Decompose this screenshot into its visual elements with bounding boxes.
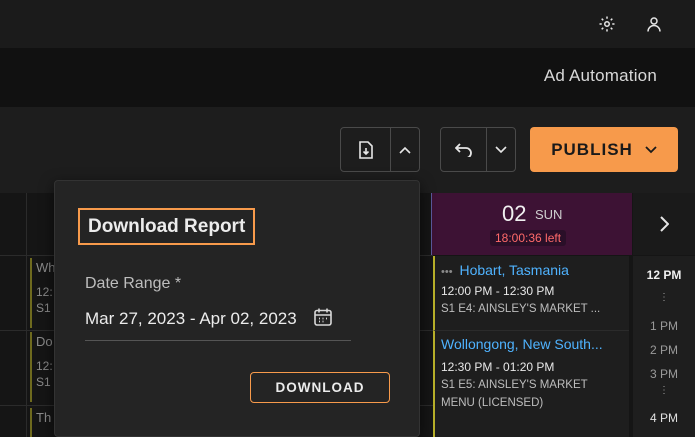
event-fragment[interactable]: Th: [30, 408, 55, 437]
nav-bar: Ad Automation: [0, 48, 695, 107]
date-range-input[interactable]: Mar 27, 2023 - Apr 02, 2023: [85, 309, 297, 329]
event-time: 12:30 PM - 01:20 PM: [441, 360, 555, 374]
time-dots: ⋮: [659, 385, 669, 396]
event-description: S1 E4: AINSLEY'S MARKET ...: [441, 303, 601, 315]
event-fragment-time: 12:: [36, 359, 53, 373]
publish-button[interactable]: PUBLISH: [530, 127, 678, 172]
chevron-up-icon: [399, 146, 411, 154]
publish-label: PUBLISH: [551, 139, 633, 159]
time-dots: ⋮: [659, 292, 669, 303]
chevron-down-icon: [645, 145, 657, 153]
event-title[interactable]: ••• Hobart, Tasmania: [441, 262, 629, 278]
event-time: 12:00 PM - 12:30 PM: [441, 284, 555, 298]
date-range-label: Date Range *: [85, 275, 182, 292]
time-label: 1 PM: [649, 319, 678, 333]
time-label-current: 12 PM: [646, 268, 682, 282]
grid-divider: [26, 193, 27, 437]
time-label: 3 PM: [649, 367, 678, 381]
day-header-sunday[interactable]: 02 SUN 18:00:36 left: [431, 193, 632, 255]
event-fragment-time: 12:: [36, 285, 53, 299]
day-number: 02: [502, 201, 527, 226]
file-download-icon: [358, 140, 373, 159]
event-title-text: Hobart, Tasmania: [459, 262, 569, 278]
time-left-badge: 18:00:36 left: [490, 230, 567, 246]
event-description: S1 E5: AINSLEY'S MARKET MENU (LICENSED): [441, 376, 629, 412]
chevron-right-icon: [660, 216, 669, 232]
event-card[interactable]: ••• Hobart, Tasmania 12:00 PM - 12:30 PM…: [433, 256, 629, 330]
event-fragment-title: Th: [36, 410, 52, 425]
day-name: SUN: [535, 207, 563, 222]
next-day-button[interactable]: [633, 193, 695, 255]
drag-handle-icon[interactable]: •••: [441, 266, 453, 278]
time-label: 2 PM: [649, 343, 678, 357]
time-label: 4 PM: [649, 411, 678, 425]
calendar-icon[interactable]: [313, 307, 333, 327]
download-button[interactable]: DOWNLOAD: [250, 372, 390, 403]
undo-menu-toggle[interactable]: [486, 127, 516, 172]
date-range-underline: [85, 340, 351, 341]
event-description-line: MENU (LICENSED): [441, 397, 544, 409]
nav-title-ad-automation[interactable]: Ad Automation: [544, 66, 657, 86]
event-fragment[interactable]: Do 12: S1: [30, 332, 55, 402]
download-report-button[interactable]: [340, 127, 391, 172]
event-title[interactable]: Wollongong, New South...: [441, 336, 629, 352]
gear-icon[interactable]: [595, 12, 619, 36]
time-column: 12 PM ⋮ 1 PM 2 PM 3 PM ⋮ 4 PM: [633, 256, 695, 437]
event-fragment-desc: S1: [36, 375, 51, 389]
undo-icon: [454, 142, 472, 157]
top-bar: [0, 0, 695, 48]
download-report-popup: Download Report Date Range * Mar 27, 202…: [54, 180, 420, 437]
event-card[interactable]: Wollongong, New South... 12:30 PM - 01:2…: [433, 330, 629, 437]
event-fragment-title: Do: [36, 334, 53, 349]
user-icon[interactable]: [642, 12, 666, 36]
report-menu-toggle[interactable]: [390, 127, 420, 172]
undo-button[interactable]: [440, 127, 487, 172]
event-fragment-title: Wh: [36, 260, 55, 275]
popup-title: Download Report: [78, 208, 256, 245]
event-fragment-desc: S1: [36, 301, 51, 315]
event-description-line: S1 E5: AINSLEY'S MARKET: [441, 379, 588, 391]
chevron-down-icon: [495, 145, 507, 153]
event-fragment[interactable]: Wh 12: S1: [30, 258, 55, 328]
